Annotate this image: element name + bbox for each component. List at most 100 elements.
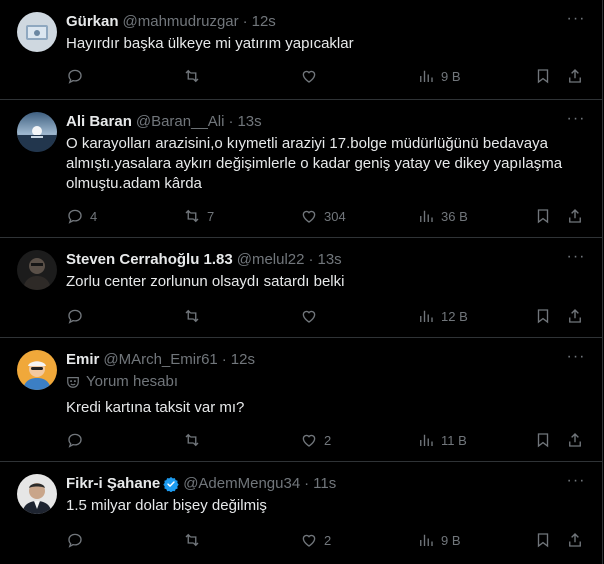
view-count: 36 B <box>441 208 468 224</box>
share-button[interactable] <box>566 430 584 450</box>
timestamp[interactable]: 12s <box>252 12 276 32</box>
share-button[interactable] <box>566 306 584 326</box>
user-handle[interactable]: @mahmudruzgar <box>123 12 239 32</box>
repost-icon <box>185 433 199 447</box>
repost-button[interactable] <box>183 530 207 550</box>
user-handle[interactable]: @melul22 <box>237 250 305 270</box>
like-count: 2 <box>324 432 332 448</box>
reply-button[interactable] <box>66 66 90 86</box>
display-name[interactable]: Gürkan <box>66 12 119 32</box>
more-icon[interactable]: ··· <box>566 111 586 132</box>
like-button[interactable]: 2 <box>300 530 331 550</box>
bookmark-button[interactable] <box>534 206 552 226</box>
share-button[interactable] <box>566 66 584 86</box>
tweet[interactable]: Fikr-i Şahane @AdemMengu34 · 11s 1.5 mil… <box>0 462 602 564</box>
reply-icon <box>68 433 82 448</box>
reply-button[interactable] <box>66 430 90 450</box>
repost-button[interactable] <box>183 430 207 450</box>
like-icon <box>302 70 316 83</box>
user-handle[interactable]: @MArch_Emir61 <box>103 350 217 370</box>
account-label-text: Yorum hesabı <box>86 373 179 390</box>
separator: · <box>242 13 248 30</box>
like-icon <box>302 534 316 547</box>
tweet-actions: 4 7 304 36 B <box>66 206 586 226</box>
reply-icon <box>68 533 82 548</box>
display-name[interactable]: Ali Baran <box>66 112 132 132</box>
bookmark-icon <box>537 309 549 324</box>
like-icon <box>302 210 316 223</box>
tweet[interactable]: Ali Baran @Baran__Ali · 13s O karayollar… <box>0 100 602 238</box>
bookmark-button[interactable] <box>534 430 552 450</box>
like-icon <box>302 434 316 447</box>
avatar[interactable] <box>17 12 57 52</box>
like-icon <box>302 310 316 323</box>
share-icon <box>569 69 581 83</box>
user-handle[interactable]: @AdemMengu34 <box>183 474 300 494</box>
bookmark-button[interactable] <box>534 306 552 326</box>
views-button[interactable]: 9 B <box>417 66 461 86</box>
views-icon <box>420 534 433 546</box>
user-handle[interactable]: @Baran__Ali <box>136 112 225 132</box>
view-count: 11 B <box>441 432 467 448</box>
more-icon[interactable]: ··· <box>566 249 586 270</box>
bookmark-button[interactable] <box>534 66 552 86</box>
share-button[interactable] <box>566 530 584 550</box>
views-button[interactable]: 36 B <box>417 206 468 226</box>
separator: · <box>221 351 227 368</box>
separator: · <box>308 251 314 268</box>
reply-icon <box>68 309 82 324</box>
tweet-text: Kredi kartına taksit var mı? <box>66 399 245 416</box>
like-button[interactable] <box>300 306 324 326</box>
timestamp[interactable]: 13s <box>318 250 342 270</box>
views-icon <box>420 310 433 322</box>
repost-button[interactable] <box>183 66 207 86</box>
repost-button[interactable]: 7 <box>183 206 214 226</box>
views-button[interactable]: 9 B <box>417 530 461 550</box>
display-name[interactable]: Steven Cerrahoğlu 1.83 <box>66 250 233 270</box>
bookmark-icon <box>537 533 549 548</box>
display-name[interactable]: Emir <box>66 350 99 370</box>
tweet-header: Ali Baran @Baran__Ali · 13s <box>66 112 586 132</box>
reply-count: 4 <box>90 208 98 224</box>
reply-button[interactable]: 4 <box>66 206 97 226</box>
tweet-text: 1.5 milyar dolar bişey değilmiş <box>66 497 267 514</box>
mask-icon <box>67 377 79 388</box>
views-button[interactable]: 11 B <box>417 430 467 450</box>
avatar[interactable] <box>17 250 57 290</box>
views-icon <box>420 434 433 446</box>
tweet[interactable]: Emir @MArch_Emir61 · 12s Yorum hesabı Kr… <box>0 338 602 462</box>
like-count: 304 <box>324 208 346 224</box>
timestamp[interactable]: 11s <box>313 474 336 494</box>
tweet[interactable]: Steven Cerrahoğlu 1.83 @melul22 · 13s Zo… <box>0 238 602 338</box>
tweet-text: Zorlu center zorlunun olsaydı satardı be… <box>66 273 345 290</box>
reply-button[interactable] <box>66 530 90 550</box>
more-icon[interactable]: ··· <box>566 11 586 32</box>
display-name[interactable]: Fikr-i Şahane <box>66 474 160 494</box>
tweet-actions: 12 B <box>66 306 586 326</box>
like-button[interactable]: 2 <box>300 430 331 450</box>
separator: · <box>304 475 310 492</box>
timestamp[interactable]: 13s <box>237 112 261 132</box>
reply-button[interactable] <box>66 306 90 326</box>
avatar[interactable] <box>17 350 57 390</box>
bookmark-button[interactable] <box>534 530 552 550</box>
share-icon <box>569 533 581 547</box>
avatar[interactable] <box>17 474 57 514</box>
avatar[interactable] <box>17 112 57 152</box>
timestamp[interactable]: 12s <box>231 350 255 370</box>
tweet[interactable]: Gürkan @mahmudruzgar · 12s Hayırdır başk… <box>0 0 602 100</box>
verified-badge-icon[interactable] <box>163 476 179 492</box>
more-icon[interactable]: ··· <box>566 349 586 370</box>
like-count: 2 <box>324 532 332 548</box>
like-button[interactable] <box>300 66 324 86</box>
views-button[interactable]: 12 B <box>417 306 468 326</box>
share-button[interactable] <box>566 206 584 226</box>
more-icon[interactable]: ··· <box>566 473 586 494</box>
reply-icon <box>68 209 82 224</box>
bookmark-icon <box>537 69 549 84</box>
repost-icon <box>185 533 199 547</box>
repost-button[interactable] <box>183 306 207 326</box>
share-icon <box>569 309 581 323</box>
like-button[interactable]: 304 <box>300 206 346 226</box>
view-count: 9 B <box>441 68 461 84</box>
